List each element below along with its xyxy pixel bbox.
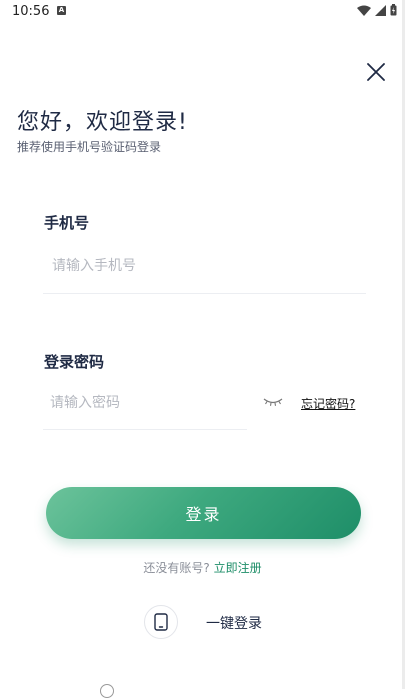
register-prompt: 还没有账号? [143, 561, 210, 575]
greeting-title: 您好，欢迎登录! [17, 110, 188, 135]
one-key-login-button[interactable] [144, 605, 178, 639]
notification-a-icon: A [57, 6, 66, 15]
close-button[interactable] [364, 60, 388, 84]
battery-icon [390, 4, 397, 16]
password-input[interactable] [50, 393, 240, 413]
wifi-icon [357, 5, 371, 16]
status-icons [357, 4, 397, 16]
status-bar: 10:56 A [0, 0, 405, 24]
close-icon [367, 63, 385, 81]
one-key-login-label[interactable]: 一键登录 [206, 613, 262, 633]
eye-closed-icon[interactable] [263, 397, 283, 407]
signal-icon [375, 4, 386, 16]
register-row: 还没有账号? 立即注册 [0, 559, 405, 576]
phone-underline [43, 293, 366, 294]
phone-label: 手机号 [44, 214, 90, 232]
password-underline [43, 429, 247, 430]
register-link[interactable]: 立即注册 [214, 561, 262, 575]
login-button[interactable]: 登录 [46, 487, 361, 539]
forgot-password-link[interactable]: 忘记密码? [301, 395, 355, 412]
agreement-checkbox[interactable] [100, 684, 114, 698]
phone-input[interactable] [52, 256, 352, 276]
greeting-subtitle: 推荐使用手机号验证码登录 [17, 140, 162, 154]
status-time: 10:56 [12, 4, 50, 19]
phone-icon [154, 613, 168, 631]
password-label: 登录密码 [44, 353, 105, 371]
